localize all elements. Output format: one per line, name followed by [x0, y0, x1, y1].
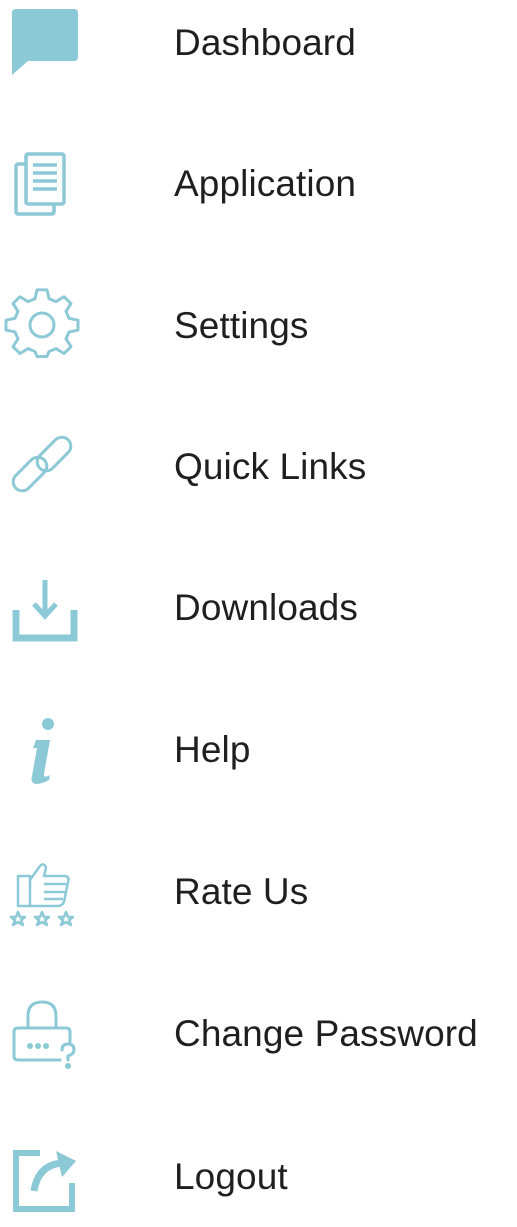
menu-item-application[interactable]: Application [0, 134, 517, 234]
menu-item-help[interactable]: Help [0, 700, 517, 800]
menu-item-change-password[interactable]: Change Password [0, 984, 517, 1084]
menu-item-quick-links[interactable]: Quick Links [0, 417, 517, 517]
menu-item-logout[interactable]: Logout [0, 1127, 517, 1227]
navigation-menu: Dashboard Application Settings Quick Lin… [0, 0, 517, 1212]
menu-item-label: Quick Links [174, 446, 367, 487]
menu-item-label: Application [174, 163, 357, 204]
thumbs-up-stars-icon [4, 854, 80, 930]
menu-item-label: Dashboard [174, 22, 356, 63]
menu-item-label: Rate Us [174, 871, 309, 912]
info-icon [4, 712, 80, 788]
menu-item-label: Change Password [174, 1013, 478, 1054]
menu-item-downloads[interactable]: Downloads [0, 558, 517, 658]
menu-item-dashboard[interactable]: Dashboard [0, 0, 517, 93]
menu-item-label: Downloads [174, 587, 358, 628]
documents-icon [4, 146, 80, 222]
menu-item-label: Settings [174, 305, 309, 346]
share-arrow-icon [4, 1139, 80, 1215]
link-icon [4, 429, 80, 505]
speech-bubble-icon [4, 5, 80, 81]
menu-item-settings[interactable]: Settings [0, 276, 517, 376]
menu-item-label: Help [174, 729, 251, 770]
download-icon [4, 570, 80, 646]
menu-item-rate-us[interactable]: Rate Us [0, 842, 517, 942]
padlock-question-icon [4, 996, 80, 1072]
menu-item-label: Logout [174, 1156, 288, 1197]
gear-icon [4, 288, 80, 364]
